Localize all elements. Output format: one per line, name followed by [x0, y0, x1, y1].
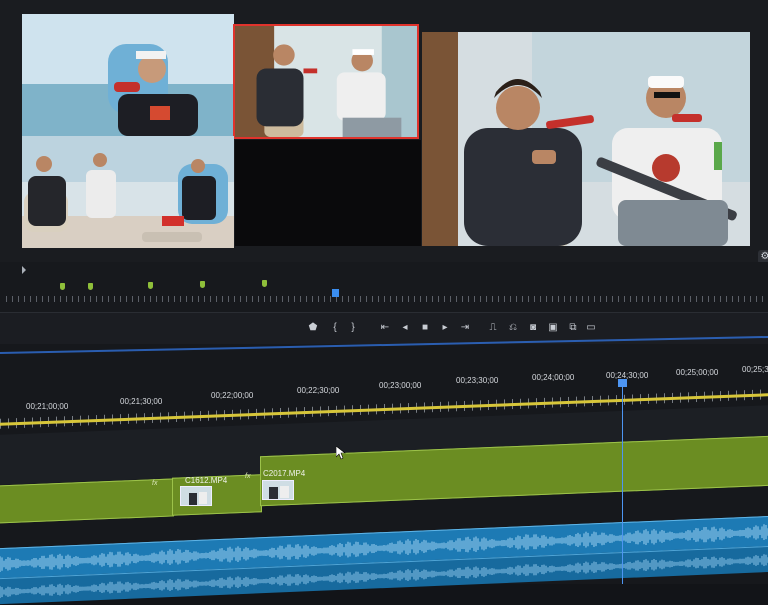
empty-angle-slot — [235, 140, 421, 246]
video-clip[interactable] — [0, 478, 174, 524]
mouse-cursor-icon — [336, 446, 346, 460]
marker[interactable] — [60, 283, 65, 290]
multicam-button[interactable]: ▣ — [546, 321, 560, 335]
play-indicator-icon — [22, 266, 26, 274]
timecode-label: 00;21;00;00 — [26, 402, 69, 411]
step-back-button[interactable]: ◂ — [398, 321, 412, 335]
export-frame-button[interactable]: ◙ — [526, 321, 540, 335]
timeline-playhead[interactable] — [622, 380, 623, 584]
mark-out-button[interactable]: } — [346, 321, 360, 335]
go-to-in-button[interactable]: ⇤ — [378, 321, 392, 335]
camera-angle-4[interactable] — [422, 32, 750, 246]
marker[interactable] — [88, 283, 93, 290]
timecode-label: 00;21;30;00 — [120, 397, 163, 406]
camera-angle-3[interactable] — [22, 136, 234, 248]
program-monitor: ▾ ⚙ — [0, 0, 768, 276]
compare-button[interactable]: ⧉ — [566, 321, 580, 335]
add-marker-button[interactable]: ⬟ — [306, 321, 320, 335]
playhead-handle[interactable] — [618, 379, 627, 387]
scrub-playhead[interactable] — [332, 289, 339, 297]
clip-thumbnail — [180, 486, 212, 506]
timecode-label: 00;25;00;00 — [676, 368, 719, 377]
clip-thumbnail — [262, 480, 294, 500]
vr-button[interactable]: ▭ — [584, 321, 598, 335]
lift-button[interactable]: ⎍ — [486, 321, 500, 335]
step-forward-button[interactable]: ▸ — [438, 321, 452, 335]
marker[interactable] — [262, 280, 267, 287]
stop-button[interactable]: ■ — [418, 321, 432, 335]
camera-angle-2-active[interactable] — [233, 24, 419, 139]
clip-name: C1612.MP4 — [185, 476, 228, 485]
fx-badge: fx — [245, 473, 251, 480]
timecode-label: 00;25;30;00 — [742, 365, 768, 374]
timecode-label: 00;22;00;00 — [211, 391, 254, 400]
marker[interactable] — [148, 282, 153, 289]
go-to-out-button[interactable]: ⇥ — [458, 321, 472, 335]
extract-button[interactable]: ⎌ — [506, 321, 520, 335]
timecode-label: 00;23;00;00 — [379, 381, 422, 390]
mark-in-button[interactable]: { — [328, 321, 342, 335]
timecode-label: 00;22;30;00 — [297, 386, 340, 395]
camera-angle-1[interactable] — [22, 14, 234, 136]
timecode-label: 00;23;30;00 — [456, 376, 499, 385]
monitor-scrub-bar[interactable] — [0, 262, 768, 312]
clip-name: C2017.MP4 — [263, 469, 306, 478]
timecode-label: 00;24;30;00 — [606, 371, 649, 380]
scrub-ticks — [6, 296, 766, 302]
fx-badge: fx — [152, 480, 158, 487]
marker[interactable] — [200, 281, 205, 288]
timecode-label: 00;24;00;00 — [532, 373, 575, 382]
